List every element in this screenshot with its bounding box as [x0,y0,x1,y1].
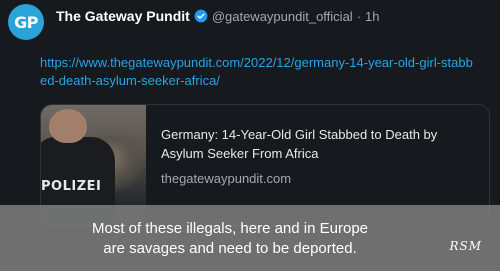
caption-line-1: Most of these illegals, here and in Euro… [92,220,368,237]
post-header: The Gateway Pundit @gatewaypundit_offici… [56,8,380,24]
screenshot-frame: GP The Gateway Pundit @gatewaypundit_off… [0,0,500,271]
display-name[interactable]: The Gateway Pundit [56,8,190,24]
caption-overlay: Most of these illegals, here and in Euro… [0,205,500,271]
avatar-initials: GP [14,12,38,32]
card-title: Germany: 14-Year-Old Girl Stabbed to Dea… [161,127,438,161]
post-link[interactable]: https://www.thegatewaypundit.com/2022/12… [40,54,480,90]
user-handle[interactable]: @gatewaypundit_official [212,9,353,24]
separator-dot: · [356,8,362,24]
post-time[interactable]: 1h [365,9,379,24]
caption-text: Most of these illegals, here and in Euro… [0,219,460,259]
signature: RSM [449,239,482,253]
card-domain: thegatewaypundit.com [161,171,292,186]
thumbnail-polizei-text: POLIZEI [41,179,102,194]
verified-badge-icon [194,9,208,23]
caption-line-2: are savages and need to be deported. [103,240,357,257]
avatar[interactable]: GP [8,4,44,40]
thumbnail-officer-head [49,109,87,143]
